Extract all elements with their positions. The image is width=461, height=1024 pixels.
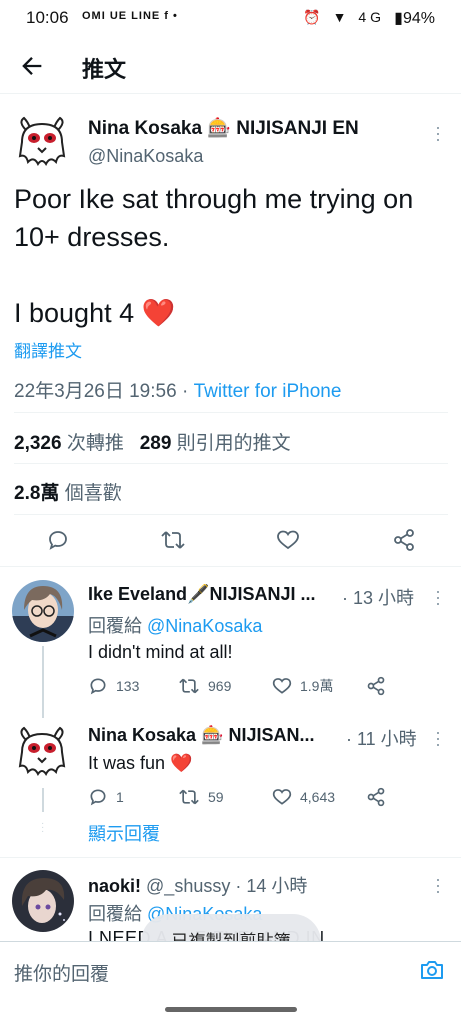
- reply-text: I didn't mind at all!: [88, 642, 233, 662]
- more-options-icon[interactable]: · · ·: [434, 870, 442, 900]
- battery-level: ▮94%: [394, 10, 435, 27]
- divider: [14, 463, 448, 464]
- reply-composer[interactable]: 推你的回覆: [0, 941, 461, 997]
- retweet-quote-stats[interactable]: 2,326 次轉推 289 則引用的推文: [14, 428, 291, 455]
- tweet-timestamp: 22年3月26日 19:56 · Twitter for iPhone: [14, 381, 342, 402]
- status-bar: 10:06 OMI UE LINE f • ⏰ ▼ 4G ▮94%: [0, 0, 461, 36]
- reply-input[interactable]: 推你的回覆: [14, 959, 109, 986]
- reply-author-name[interactable]: Nina Kosaka 🎰 NIJISAN...: [88, 725, 314, 746]
- mention-link[interactable]: @NinaKosaka: [147, 616, 262, 636]
- more-options-icon[interactable]: · · ·: [434, 118, 442, 148]
- page-title: 推文: [82, 57, 127, 82]
- more-options-icon[interactable]: · · ·: [434, 582, 442, 612]
- reply-button[interactable]: 1: [88, 787, 124, 807]
- reply-timestamp: · 11 小時: [346, 729, 417, 749]
- tweet-source-link[interactable]: Twitter for iPhone: [194, 381, 342, 402]
- heart-emoji: ❤️: [141, 298, 176, 328]
- like-button[interactable]: 4,643: [272, 787, 335, 807]
- divider: [0, 857, 461, 858]
- retweet-icon: [179, 678, 199, 694]
- divider: [0, 566, 461, 567]
- divider: [14, 412, 448, 413]
- share-icon[interactable]: [366, 787, 386, 807]
- author-name[interactable]: Nina Kosaka 🎰 NIJISANJI EN: [88, 116, 359, 140]
- reply-text: It was fun ❤️: [88, 753, 193, 773]
- heart-emoji: ❤️: [170, 753, 193, 773]
- like-button[interactable]: 1.9萬: [272, 676, 333, 696]
- clock: 10:06: [26, 8, 69, 27]
- retweet-button[interactable]: 969: [178, 676, 231, 696]
- reply-author-name[interactable]: naoki! @_shussy · 14 小時: [88, 872, 307, 898]
- thread-dots: · · ·: [41, 818, 45, 837]
- author-handle[interactable]: @NinaKosaka: [88, 146, 203, 167]
- show-replies-link[interactable]: 顯示回覆: [88, 820, 160, 846]
- thread-connector: [42, 646, 44, 718]
- avatar[interactable]: [12, 722, 72, 782]
- like-icon: [272, 678, 292, 694]
- reply-timestamp: · 13 小時: [342, 588, 415, 608]
- like-stats[interactable]: 2.8萬 個喜歡: [14, 478, 122, 505]
- reply-timestamp: · 14 小時: [235, 876, 308, 896]
- back-arrow-icon[interactable]: [18, 52, 46, 80]
- tweet-text: Poor Ike sat through me trying on 10+ dr…: [14, 184, 414, 328]
- reply-icon[interactable]: [46, 528, 70, 552]
- translate-tweet-link[interactable]: 翻譯推文: [14, 337, 82, 362]
- app-bar: 推文: [0, 40, 461, 94]
- like-icon: [272, 789, 292, 805]
- retweet-button[interactable]: 59: [178, 787, 224, 807]
- share-icon[interactable]: [366, 676, 386, 696]
- more-options-icon[interactable]: · · ·: [434, 723, 442, 753]
- replying-to: 回覆給 @NinaKosaka: [88, 616, 263, 636]
- reply-icon: [90, 789, 106, 806]
- camera-icon[interactable]: [419, 958, 445, 982]
- notification-icons: OMI UE LINE f •: [82, 10, 178, 22]
- avatar[interactable]: [12, 870, 74, 932]
- reply-author-name[interactable]: Ike Eveland🖋️NIJISANJI ...: [88, 584, 316, 605]
- reply-author-handle: @_shussy: [146, 876, 231, 896]
- home-indicator[interactable]: [165, 1007, 297, 1012]
- retweet-icon[interactable]: [160, 528, 186, 552]
- divider: [14, 514, 448, 515]
- like-icon[interactable]: [276, 528, 300, 552]
- avatar[interactable]: [12, 112, 72, 172]
- share-icon[interactable]: [392, 528, 416, 552]
- reply-icon: [90, 678, 106, 695]
- avatar[interactable]: [12, 580, 74, 642]
- reply-button[interactable]: 133: [88, 676, 139, 696]
- thread-connector: [42, 788, 44, 812]
- system-icons: ⏰ ▼ 4G: [303, 9, 385, 25]
- retweet-icon: [179, 789, 199, 805]
